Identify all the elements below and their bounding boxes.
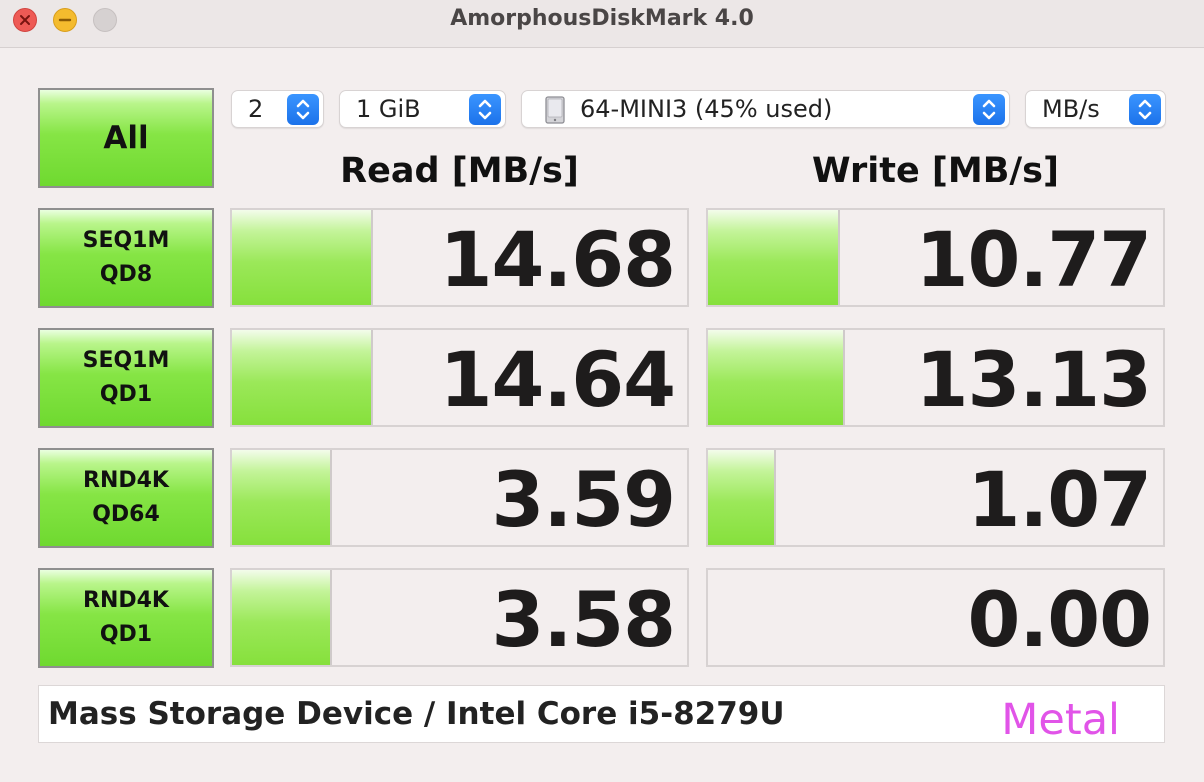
device-info-label: Mass Storage Device / Intel Core i5-8279…	[48, 696, 785, 732]
test-size-value: 1 GiB	[356, 95, 421, 123]
write-meter-bar	[708, 450, 776, 545]
read-meter-bar	[232, 450, 332, 545]
read-result-cell: 14.68	[230, 208, 689, 307]
updown-arrows-icon	[1129, 94, 1161, 125]
graphics-api-label: Metal	[1001, 695, 1120, 745]
updown-arrows-icon	[469, 94, 501, 125]
test-name-label: RND4K	[83, 588, 169, 613]
drive-icon	[540, 95, 570, 131]
read-meter-bar	[232, 210, 373, 305]
write-meter-bar	[708, 330, 845, 425]
unit-value: MB/s	[1042, 95, 1100, 123]
drive-select[interactable]: 64-MINI3 (45% used)	[521, 90, 1010, 128]
test-queue-label: QD64	[92, 502, 160, 527]
read-result-cell: 14.64	[230, 328, 689, 427]
read-result-value: 3.58	[491, 575, 676, 664]
test-count-value: 2	[248, 95, 264, 123]
read-meter-bar	[232, 330, 373, 425]
write-result-cell: 13.13	[706, 328, 1165, 427]
test-button-rnd4k-qd64[interactable]: RND4K QD64	[38, 448, 214, 548]
run-all-button[interactable]: All	[38, 88, 214, 188]
test-queue-label: QD1	[99, 382, 153, 407]
drive-value: 64-MINI3 (45% used)	[580, 95, 833, 123]
read-result-cell: 3.59	[230, 448, 689, 547]
updown-arrows-icon	[973, 94, 1005, 125]
read-result-value: 14.68	[439, 215, 676, 304]
write-result-cell: 10.77	[706, 208, 1165, 307]
write-result-value: 10.77	[915, 215, 1152, 304]
updown-arrows-icon	[287, 94, 319, 125]
title-bar: AmorphousDiskMark 4.0	[0, 0, 1204, 48]
read-meter-bar	[232, 570, 332, 665]
test-button-seq1m-qd8[interactable]: SEQ1M QD8	[38, 208, 214, 308]
test-queue-label: QD1	[99, 622, 153, 647]
test-queue-label: QD8	[99, 262, 153, 287]
write-result-cell: 0.00	[706, 568, 1165, 667]
status-footer: Mass Storage Device / Intel Core i5-8279…	[38, 685, 1165, 745]
write-result-value: 0.00	[967, 575, 1152, 664]
write-result-value: 1.07	[967, 455, 1152, 544]
unit-select[interactable]: MB/s	[1025, 90, 1166, 128]
test-button-seq1m-qd1[interactable]: SEQ1M QD1	[38, 328, 214, 428]
test-button-rnd4k-qd1[interactable]: RND4K QD1	[38, 568, 214, 668]
window-title: AmorphousDiskMark 4.0	[450, 6, 754, 31]
test-size-select[interactable]: 1 GiB	[339, 90, 506, 128]
write-column-header: Write [MB/s]	[811, 151, 1060, 191]
read-column-header: Read [MB/s]	[340, 151, 579, 191]
test-name-label: SEQ1M	[82, 348, 170, 373]
read-result-value: 3.59	[491, 455, 676, 544]
read-result-cell: 3.58	[230, 568, 689, 667]
read-result-value: 14.64	[439, 335, 676, 424]
write-result-cell: 1.07	[706, 448, 1165, 547]
test-name-label: SEQ1M	[82, 228, 170, 253]
test-name-label: RND4K	[83, 468, 169, 493]
run-all-label: All	[103, 120, 149, 156]
test-count-select[interactable]: 2	[231, 90, 324, 128]
write-meter-bar	[708, 210, 840, 305]
write-result-value: 13.13	[915, 335, 1152, 424]
